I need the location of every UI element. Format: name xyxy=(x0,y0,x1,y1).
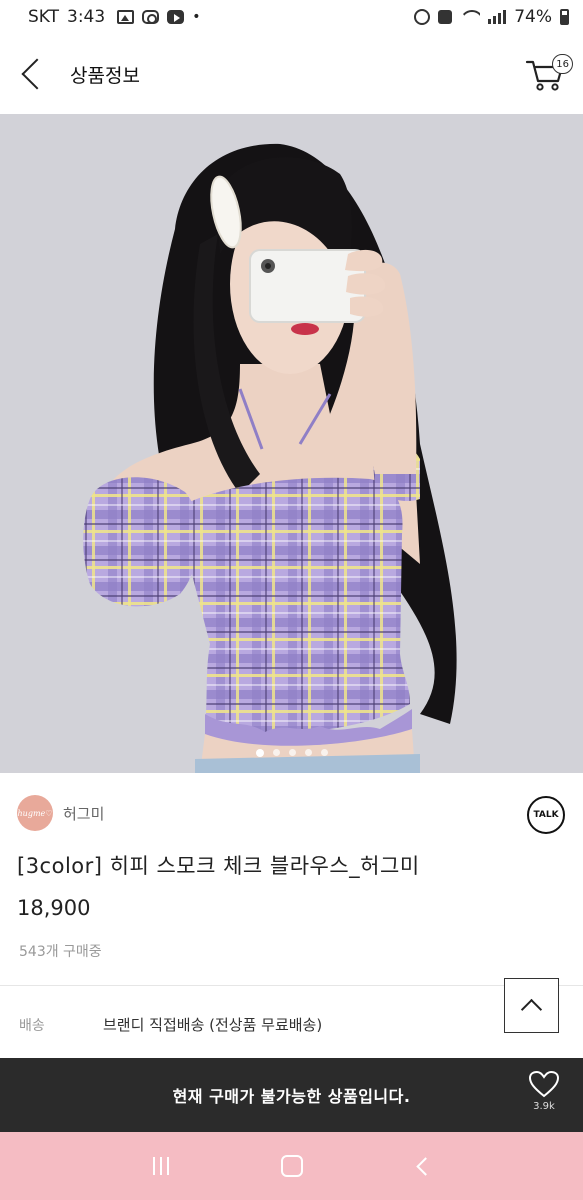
more-notifications-dot: • xyxy=(192,9,201,25)
product-image-carousel[interactable] xyxy=(0,114,583,773)
image-pagination xyxy=(0,749,583,757)
unavailable-message: 현재 구매가 불가능한 상품입니다. xyxy=(172,1087,411,1106)
pagination-dot[interactable] xyxy=(255,749,264,757)
product-photo xyxy=(0,114,583,773)
notification-icons: • xyxy=(117,9,200,25)
product-price: 18,900 xyxy=(17,896,91,920)
app-header: 상품정보 16 xyxy=(0,34,583,114)
purchase-count: 543개 구매중 xyxy=(19,944,102,960)
pagination-dot[interactable] xyxy=(272,749,280,756)
system-nav-bar xyxy=(0,1132,583,1200)
battery-percent: 74% xyxy=(514,7,552,27)
pagination-dot[interactable] xyxy=(288,749,296,756)
gallery-icon xyxy=(117,10,135,24)
status-bar: SKT 3:43 • 74% xyxy=(0,0,583,34)
carrier-name: SKT xyxy=(28,7,60,27)
signal-icon xyxy=(488,10,507,24)
instagram-icon xyxy=(142,10,160,24)
youtube-icon xyxy=(167,10,185,24)
purchase-bar: 현재 구매가 불가능한 상품입니다. 3.9k xyxy=(0,1058,583,1132)
mute-icon xyxy=(438,10,453,24)
back-arrow-icon xyxy=(416,1156,435,1176)
section-divider xyxy=(0,985,583,986)
back-button[interactable] xyxy=(0,34,64,114)
like-count: 3.9k xyxy=(533,1101,555,1112)
talk-button[interactable]: TALK xyxy=(527,796,565,834)
product-name: [3color] 히피 스모크 체크 블라우스_허그미 xyxy=(17,854,420,878)
pagination-dot[interactable] xyxy=(304,749,312,756)
chevron-up-icon xyxy=(520,998,543,1021)
chevron-left-icon xyxy=(21,58,53,90)
shipping-label: 배송 xyxy=(19,1018,45,1034)
status-left: SKT 3:43 • xyxy=(28,7,200,27)
system-back-button[interactable] xyxy=(403,1146,443,1186)
recents-icon xyxy=(152,1157,169,1175)
home-icon xyxy=(280,1155,303,1177)
shipping-value: 브랜디 직접배송 (전상품 무료배송) xyxy=(103,1016,323,1034)
cart-button[interactable]: 16 xyxy=(525,54,573,98)
page-title: 상품정보 xyxy=(70,64,140,87)
wifi-icon xyxy=(460,10,480,24)
scroll-to-top-button[interactable] xyxy=(504,978,559,1033)
recents-button[interactable] xyxy=(141,1146,181,1186)
clock: 3:43 xyxy=(67,7,106,27)
seller-link[interactable]: hugme♡ 허그미 xyxy=(17,795,104,831)
seller-avatar: hugme♡ xyxy=(17,795,53,831)
home-button[interactable] xyxy=(272,1146,312,1186)
pagination-dot[interactable] xyxy=(320,749,328,756)
alarm-icon xyxy=(414,9,431,25)
seller-name: 허그미 xyxy=(63,804,105,823)
like-button[interactable]: 3.9k xyxy=(527,1070,561,1112)
heart-icon xyxy=(528,1070,560,1098)
status-right: 74% xyxy=(414,7,569,27)
cart-count-badge: 16 xyxy=(552,54,573,74)
battery-icon xyxy=(560,9,569,25)
